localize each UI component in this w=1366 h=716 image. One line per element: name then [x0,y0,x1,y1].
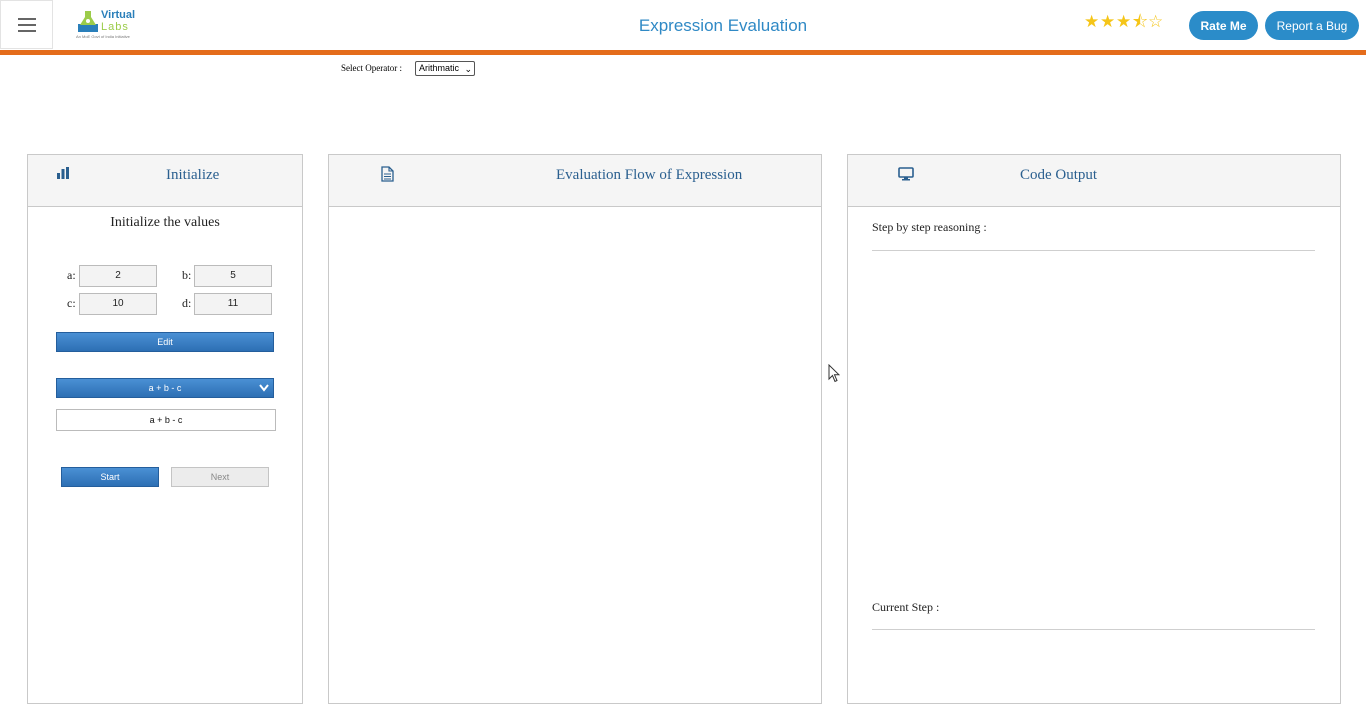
mouse-cursor-icon [828,364,840,383]
chevron-down-icon: ⌄ [464,64,472,74]
evaluation-flow-panel: Evaluation Flow of Expression [328,154,822,704]
hamburger-icon [17,17,36,32]
var-c-input[interactable]: 10 [79,293,157,315]
report-bug-button[interactable]: Report a Bug [1265,11,1359,40]
reasoning-label: Step by step reasoning : [872,220,987,234]
var-b-label: b: [182,268,192,282]
logo-text-labs: Labs [101,21,129,33]
star-filled-icon[interactable]: ★ [1100,12,1115,32]
evaluation-flow-panel-header: Evaluation Flow of Expression [329,155,821,207]
logo-text-virtual: Virtual [101,9,136,21]
star-filled-icon[interactable]: ★ [1116,12,1131,32]
initialize-panel-title: Initialize [166,167,220,183]
initialize-subtitle: Initialize the values [110,215,220,230]
flask-icon [78,11,98,32]
initialize-panel-header: Initialize [28,155,302,207]
operator-label: Select Operator : [341,63,402,73]
var-d-input[interactable]: 11 [194,293,272,315]
hamburger-menu-button[interactable] [0,0,53,49]
code-output-panel-header: Code Output [848,155,1340,207]
var-d-label: d: [182,296,192,310]
top-bar: Virtual Labs An MoE Govt of India Initia… [0,0,1366,50]
expression-display: a + b - c [56,409,276,431]
code-output-panel-title: Code Output [1020,167,1098,183]
code-output-panel: Code Output Step by step reasoning : Cur… [847,154,1341,704]
star-empty-icon[interactable]: ☆ [1148,12,1163,32]
rating-stars[interactable]: ★ ★ ★ ⯪ ☆ [1084,12,1163,32]
var-a-label: a: [67,268,76,282]
initialize-panel: Initialize Initialize the values a: 2 b:… [27,154,303,704]
reasoning-divider [872,250,1315,251]
page-title: Expression Evaluation [638,16,808,35]
star-half-icon[interactable]: ⯪ [1132,12,1148,32]
var-a-input[interactable]: 2 [79,265,157,287]
var-b-input[interactable]: 5 [194,265,272,287]
header-divider [0,50,1366,55]
edit-button[interactable]: Edit [56,332,274,352]
expression-select[interactable]: a + b - c [56,378,274,398]
var-c-label: c: [67,296,76,310]
current-step-divider [872,629,1315,630]
current-step-label: Current Step : [872,600,940,614]
operator-select-value: Arithmatic [419,63,460,73]
rate-me-button[interactable]: Rate Me [1189,11,1258,40]
start-button[interactable]: Start [61,467,159,487]
logo-tagline: An MoE Govt of India Initiative [76,34,130,39]
next-button[interactable]: Next [171,467,269,487]
monitor-icon [898,167,914,181]
document-icon [381,166,394,182]
expression-select-value: a + b - c [148,383,182,393]
bar-chart-icon [57,167,69,179]
star-filled-icon[interactable]: ★ [1084,12,1099,32]
evaluation-flow-panel-title: Evaluation Flow of Expression [556,167,743,183]
chevron-down-icon [259,384,269,392]
operator-select[interactable]: Arithmatic ⌄ [415,61,475,76]
virtual-labs-logo[interactable]: Virtual Labs An MoE Govt of India Initia… [74,8,136,42]
